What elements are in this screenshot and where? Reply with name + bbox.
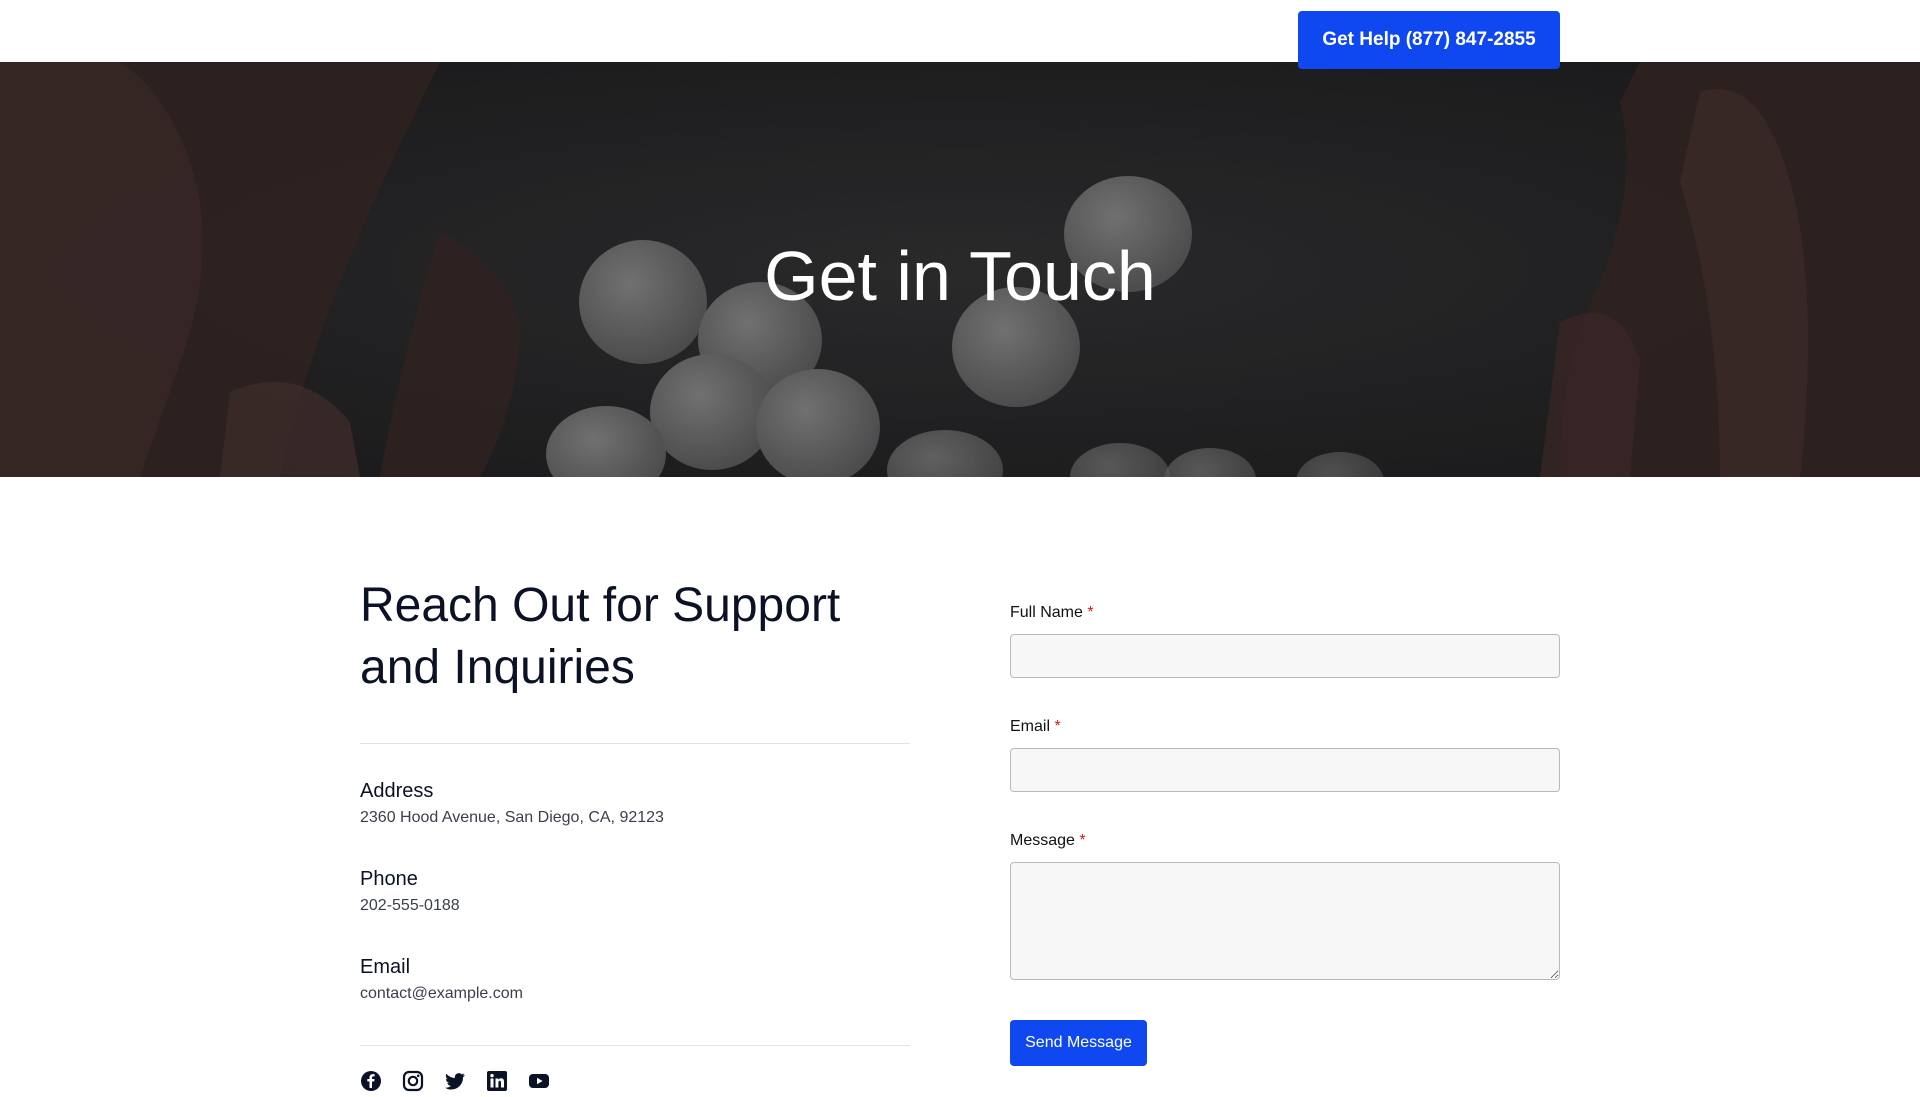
- full-name-input[interactable]: [1010, 634, 1560, 678]
- linkedin-icon[interactable]: [486, 1070, 508, 1092]
- email-field-label: Email *: [1010, 718, 1061, 735]
- site-header: [0, 0, 1920, 62]
- phone-label: Phone: [360, 868, 418, 890]
- phone-value: 202-555-0188: [360, 897, 460, 914]
- address-value: 2360 Hood Avenue, San Diego, CA, 92123: [360, 809, 664, 826]
- send-message-button[interactable]: Send Message: [1010, 1020, 1147, 1066]
- divider-top: [360, 743, 910, 744]
- message-label: Message *: [1010, 832, 1086, 849]
- full-name-label: Full Name *: [1010, 604, 1094, 621]
- message-textarea[interactable]: [1010, 862, 1560, 980]
- divider-bottom: [360, 1045, 910, 1046]
- social-links: [360, 1070, 550, 1092]
- email-value: contact@example.com: [360, 985, 523, 1002]
- youtube-icon[interactable]: [528, 1070, 550, 1092]
- contact-section-heading: Reach Out for Support and Inquiries: [360, 579, 841, 694]
- email-label: Email: [360, 956, 411, 978]
- get-help-phone-button[interactable]: Get Help (877) 847-2855: [1298, 11, 1560, 69]
- twitter-icon[interactable]: [444, 1070, 466, 1092]
- hero-banner: Get in Touch: [0, 62, 1920, 477]
- address-label: Address: [360, 780, 434, 802]
- instagram-icon[interactable]: [402, 1070, 424, 1092]
- hero-title: Get in Touch: [764, 237, 1156, 315]
- facebook-icon[interactable]: [360, 1070, 382, 1092]
- email-input[interactable]: [1010, 748, 1560, 792]
